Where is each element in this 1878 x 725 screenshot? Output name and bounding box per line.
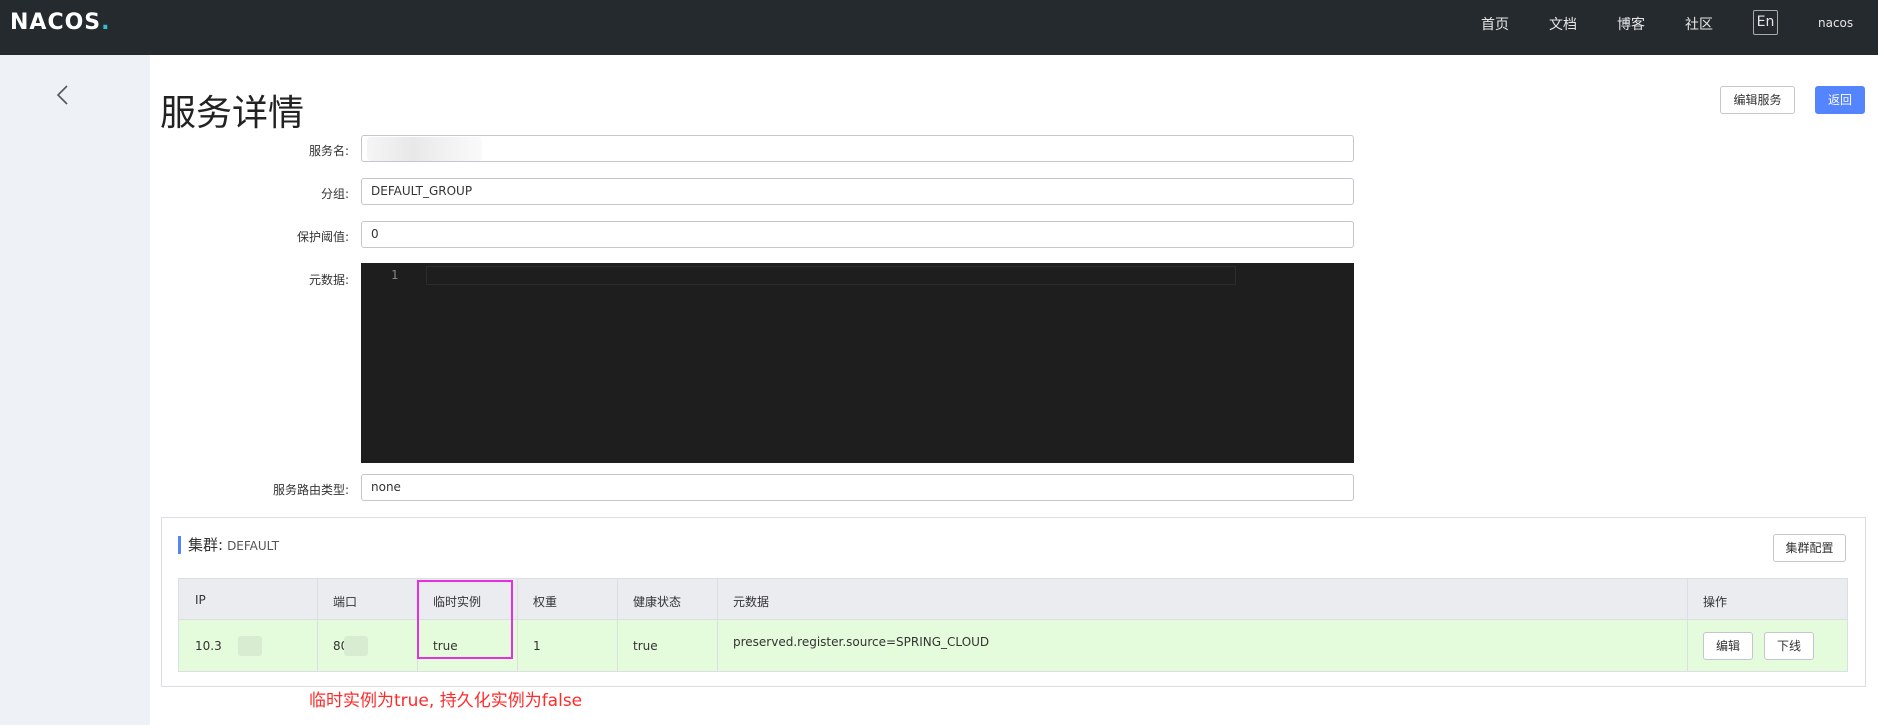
group-field[interactable]: DEFAULT_GROUP	[361, 178, 1354, 205]
editor-current-line	[426, 266, 1236, 285]
group-label: 分组:	[320, 187, 349, 201]
service-name-field[interactable]	[361, 135, 1354, 162]
cluster-name: DEFAULT	[227, 539, 280, 553]
cluster-config-button[interactable]: 集群配置	[1773, 534, 1846, 562]
redacted-ip	[238, 636, 262, 656]
ephemeral-column-highlight-box	[417, 580, 513, 659]
protect-threshold-label: 保护阈值:	[296, 230, 349, 244]
nacos-logo[interactable]: NACOS.	[10, 10, 111, 35]
instance-ip: 10.3	[195, 639, 222, 653]
top-navbar: NACOS. 首页 文档 博客 社区 En nacos	[0, 0, 1878, 55]
edit-service-button[interactable]: 编辑服务	[1720, 86, 1795, 114]
sidebar	[0, 55, 150, 725]
selector-type-field[interactable]: none	[361, 474, 1354, 501]
redacted-port	[344, 636, 368, 656]
language-toggle-button[interactable]: En	[1753, 10, 1778, 35]
protect-threshold-field[interactable]: 0	[361, 221, 1354, 248]
column-header-ip: IP	[195, 593, 206, 607]
nav-blog[interactable]: 博客	[1617, 14, 1645, 34]
instance-healthy: true	[633, 639, 658, 653]
edit-instance-button[interactable]: 编辑	[1703, 632, 1753, 660]
user-name[interactable]: nacos	[1818, 16, 1853, 30]
instance-metadata: preserved.register.source=SPRING_CLOUD	[733, 635, 990, 649]
nav-docs[interactable]: 文档	[1549, 14, 1577, 34]
column-header-port: 端口	[333, 595, 358, 609]
back-button[interactable]: 返回	[1815, 86, 1865, 114]
annotation-note: 临时实例为true, 持久化实例为false	[309, 691, 583, 711]
column-header-health: 健康状态	[633, 595, 682, 609]
page-title: 服务详情	[160, 93, 305, 134]
back-arrow-icon[interactable]	[53, 84, 75, 106]
nav-community[interactable]: 社区	[1685, 14, 1713, 34]
column-header-metadata: 元数据	[733, 595, 770, 609]
cluster-title-label: 集群:	[188, 536, 224, 554]
cluster-title: 集群: DEFAULT	[178, 536, 279, 554]
column-header-weight: 权重	[533, 595, 558, 609]
nav-home[interactable]: 首页	[1481, 14, 1509, 34]
instance-weight: 1	[533, 639, 541, 653]
line-number: 1	[391, 268, 399, 282]
metadata-code-editor[interactable]: 1	[361, 263, 1354, 463]
metadata-label: 元数据:	[308, 273, 349, 287]
column-header-actions: 操作	[1703, 595, 1728, 609]
offline-instance-button[interactable]: 下线	[1764, 632, 1814, 660]
redacted-service-name	[367, 137, 482, 161]
selector-type-label: 服务路由类型:	[272, 483, 349, 497]
service-name-label: 服务名:	[308, 144, 349, 158]
